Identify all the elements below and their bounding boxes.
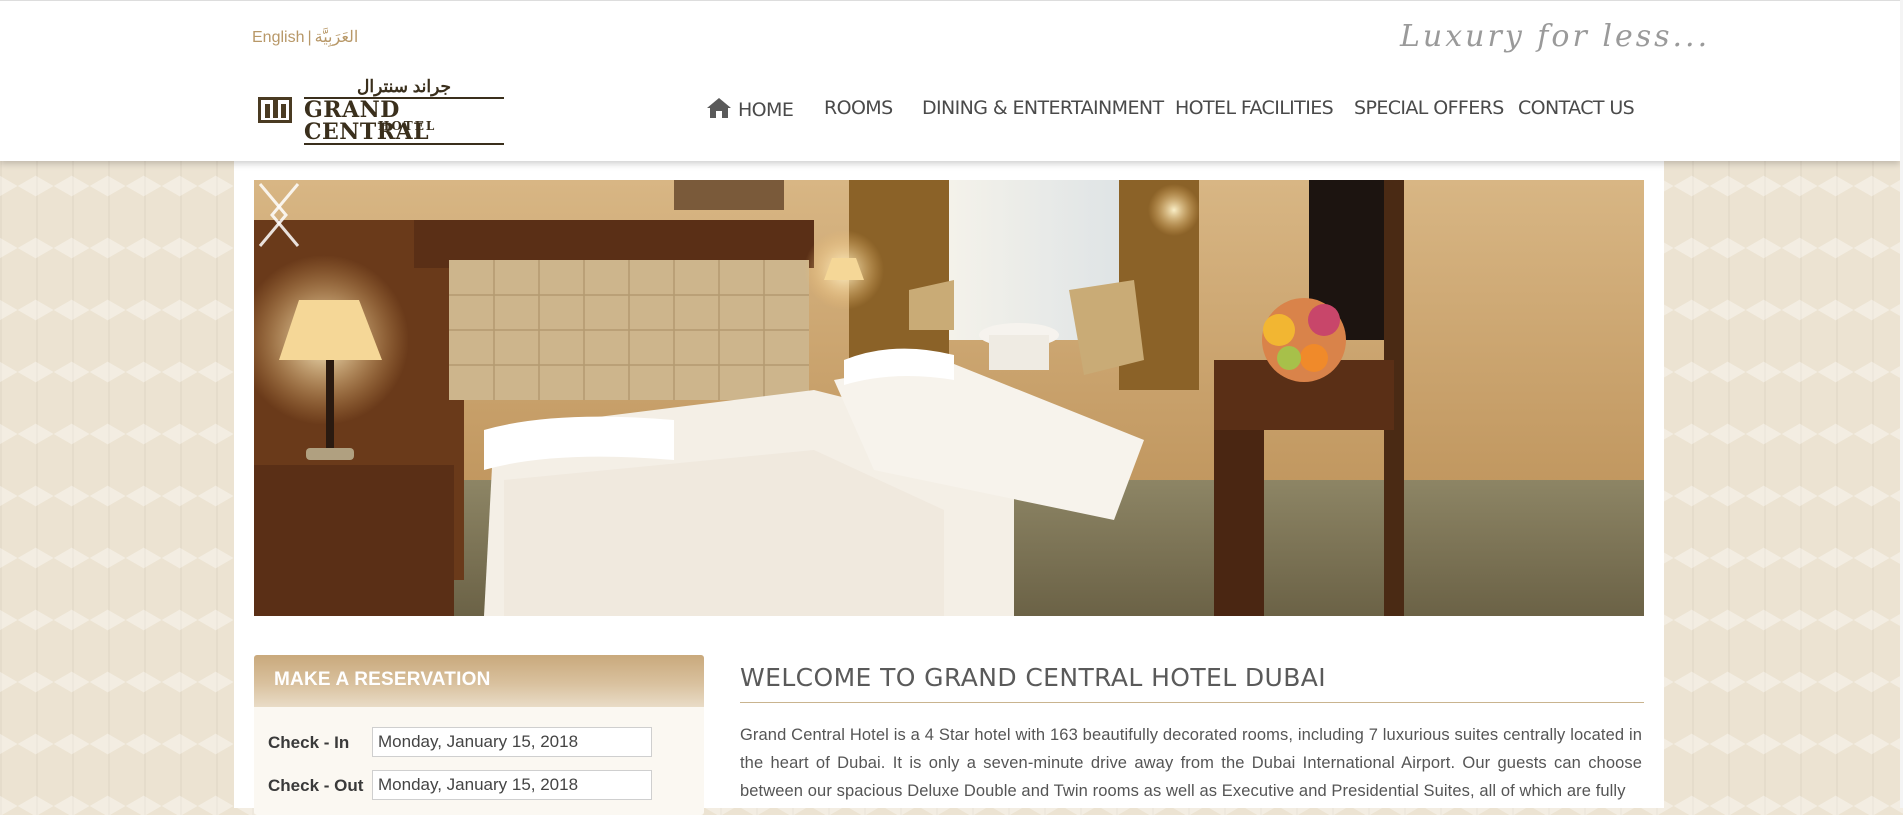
slider-next-arrow[interactable] bbox=[254, 180, 290, 250]
hero-slider[interactable] bbox=[254, 180, 1644, 616]
nav-item-label: ROOMS bbox=[824, 97, 893, 119]
nav-item-contact[interactable]: CONTACT US bbox=[1518, 97, 1635, 119]
checkin-date-input[interactable] bbox=[372, 727, 652, 757]
tagline: Luxury for less... bbox=[1400, 19, 1711, 54]
language-separator: | bbox=[307, 29, 312, 46]
hotel-room-image bbox=[254, 180, 1644, 616]
nav-item-offers[interactable]: SPECIAL OFFERS bbox=[1354, 97, 1504, 119]
hotel-logo[interactable]: جراند سنترال GRAND CENTRAL HOTEL bbox=[254, 77, 504, 145]
house-icon bbox=[707, 98, 731, 118]
nav-item-rooms[interactable]: ROOMS bbox=[824, 97, 893, 119]
logo-sub: HOTEL bbox=[378, 119, 437, 133]
nav-item-facilities[interactable]: HOTEL FACILITIES bbox=[1175, 97, 1334, 119]
hotel-building-logo-icon bbox=[258, 97, 292, 123]
checkout-label: Check - Out bbox=[268, 776, 364, 795]
nav-item-home[interactable]: HOME bbox=[706, 97, 794, 121]
language-arabic-link[interactable]: العَرَبِيَّة bbox=[315, 29, 359, 46]
nav-item-dining[interactable]: DINING & ENTERTAINMENT bbox=[922, 97, 1164, 119]
nav-item-label: CONTACT US bbox=[1518, 97, 1635, 119]
site-header: English | العَرَبِيَّة Luxury for less... … bbox=[0, 0, 1900, 161]
welcome-title: WELCOME TO GRAND CENTRAL HOTEL DUBAI bbox=[740, 663, 1327, 692]
main-content: MAKE A RESERVATION Check - In Check - Ou… bbox=[234, 160, 1664, 815]
reservation-panel: MAKE A RESERVATION Check - In Check - Ou… bbox=[254, 655, 704, 815]
nav-item-label: HOTEL FACILITIES bbox=[1175, 97, 1334, 119]
nav-item-label: SPECIAL OFFERS bbox=[1354, 97, 1504, 119]
nav-item-label: HOME bbox=[738, 99, 794, 121]
nav-item-label: DINING & ENTERTAINMENT bbox=[922, 97, 1164, 119]
logo-arabic-text: جراند سنترال bbox=[357, 77, 451, 96]
welcome-text: Grand Central Hotel is a 4 Star hotel wi… bbox=[740, 726, 1642, 800]
checkout-date-input[interactable] bbox=[372, 770, 652, 800]
language-english-link[interactable]: English bbox=[252, 29, 304, 46]
reservation-title: MAKE A RESERVATION bbox=[254, 655, 704, 707]
checkin-label: Check - In bbox=[268, 733, 350, 752]
language-switcher: English | العَرَبِيَّة bbox=[252, 27, 358, 47]
welcome-divider bbox=[740, 702, 1644, 703]
